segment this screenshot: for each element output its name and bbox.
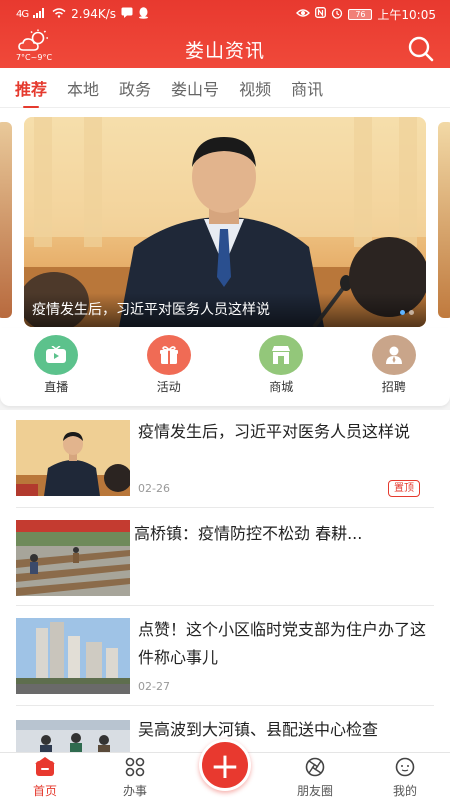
home-icon — [34, 757, 56, 781]
nav-label: 朋友圈 — [296, 784, 333, 798]
clock: 上午10:05 — [377, 7, 436, 22]
news-list: 疫情发生后，习近平对医务人员这样说 02-26 置顶 高桥镇：疫情防控不松劲 春… — [0, 410, 450, 752]
shop-icon — [259, 335, 304, 375]
next-banner-peek[interactable] — [438, 122, 450, 318]
publish-button[interactable]: + — [199, 739, 251, 791]
news-thumbnail — [16, 420, 130, 496]
quick-link-jobs[interactable]: 招聘 — [354, 335, 434, 395]
quick-link-mall[interactable]: 商城 — [241, 335, 321, 395]
app-header: 4G 2.94K/s 76 上午10:05 7°C~9°C 娄山资讯 — [0, 0, 450, 68]
news-title: 点赞！这个小区临时党支部为住户办了这件称心事儿 — [138, 620, 427, 667]
carousel-dot — [409, 310, 414, 315]
grid-icon — [124, 757, 146, 781]
quick-link-live[interactable]: 直播 — [16, 335, 96, 395]
tab-business[interactable]: 商讯 — [291, 72, 323, 104]
person-icon — [371, 335, 416, 375]
signal-indicator: 4G — [16, 8, 29, 20]
banner-slide[interactable]: 疫情发生后，习近平对医务人员这样说 — [24, 117, 426, 327]
category-tabs: 推荐 本地 政务 娄山号 视频 商讯 — [0, 68, 450, 108]
eye-icon — [296, 7, 311, 21]
tab-video[interactable]: 视频 — [239, 72, 271, 104]
tab-government[interactable]: 政务 — [119, 72, 151, 104]
cell-signal-icon — [33, 7, 47, 21]
quick-link-label: 招聘 — [381, 380, 406, 394]
news-date: 02-26 — [138, 482, 170, 495]
bottom-nav: 首页 办事 + 朋友圈 我的 — [0, 739, 450, 800]
tab-loushan-account[interactable]: 娄山号 — [171, 72, 219, 104]
banner-carousel[interactable]: 疫情发生后，习近平对医务人员这样说 — [0, 108, 450, 328]
quick-links: 直播 活动 商城 招聘 — [0, 328, 450, 406]
wifi-icon — [52, 7, 66, 21]
user-icon — [394, 757, 416, 781]
carousel-indicator — [400, 310, 414, 315]
qq-icon — [138, 6, 149, 22]
news-thumbnail — [16, 520, 130, 596]
nav-label: 我的 — [392, 784, 417, 798]
quick-link-label: 活动 — [156, 380, 181, 394]
battery-indicator: 76 — [348, 8, 373, 20]
banner-caption: 疫情发生后，习近平对医务人员这样说 — [24, 293, 426, 327]
nav-moments[interactable]: 朋友圈 — [270, 753, 360, 800]
news-item[interactable]: 高桥镇：疫情防控不松劲 春耕... — [16, 508, 434, 606]
tab-local[interactable]: 本地 — [67, 72, 99, 104]
news-title: 疫情发生后，习近平对医务人员这样说 — [138, 422, 411, 441]
app-title: 娄山资讯 — [184, 40, 265, 62]
aperture-icon — [304, 757, 326, 781]
message-icon — [121, 7, 133, 21]
tv-icon — [34, 335, 79, 375]
carousel-dot-active — [400, 310, 405, 315]
alarm-icon — [331, 7, 343, 22]
pinned-badge: 置顶 — [388, 480, 420, 497]
news-title: 高桥镇：疫情防控不松劲 春耕... — [134, 524, 363, 543]
nfc-icon — [315, 7, 327, 21]
plus-icon: + — [209, 746, 241, 787]
gift-icon — [146, 335, 191, 375]
news-item[interactable]: 点赞！这个小区临时党支部为住户办了这件称心事儿 02-27 — [16, 606, 434, 706]
news-thumbnail — [16, 618, 130, 694]
nav-label: 办事 — [122, 784, 147, 798]
status-bar: 4G 2.94K/s 76 上午10:05 — [0, 0, 450, 28]
news-date: 02-27 — [138, 680, 170, 693]
news-item[interactable]: 疫情发生后，习近平对医务人员这样说 02-26 置顶 — [16, 410, 434, 508]
nav-services[interactable]: 办事 — [90, 753, 180, 800]
search-icon — [406, 36, 436, 68]
search-button[interactable] — [406, 34, 436, 64]
network-speed: 2.94K/s — [71, 7, 117, 21]
quick-link-activity[interactable]: 活动 — [129, 335, 209, 395]
nav-profile[interactable]: 我的 — [360, 753, 450, 800]
news-thumbnail — [16, 720, 130, 752]
nav-label: 首页 — [32, 784, 57, 798]
quick-link-label: 商城 — [269, 380, 294, 394]
news-title: 吴高波到大河镇、县配送中心检查 — [138, 720, 379, 739]
nav-home[interactable]: 首页 — [0, 753, 90, 800]
previous-banner-peek[interactable] — [0, 122, 12, 318]
nav-publish[interactable]: + — [180, 739, 270, 800]
tab-recommend[interactable]: 推荐 — [15, 72, 47, 108]
quick-link-label: 直播 — [44, 380, 69, 394]
